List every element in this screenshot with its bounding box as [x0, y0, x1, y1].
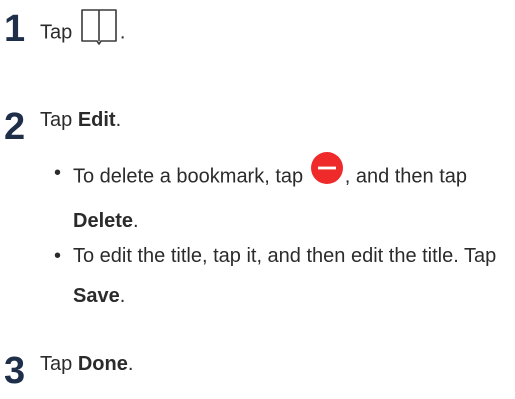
bullet-1-mid: , and then tap	[344, 165, 468, 188]
step-3-pre: Tap	[40, 353, 78, 375]
minus-circle-icon	[310, 151, 344, 199]
bullet-2-bold: Save	[73, 285, 120, 307]
bullet-2-pre: To edit the title, tap it, and then edit…	[73, 245, 497, 267]
bullet-1-pre: To delete a bookmark, tap	[73, 165, 304, 188]
bullet-marker: •	[54, 162, 62, 184]
step-1-text: Tap .	[40, 8, 126, 55]
bullet-1-post: .	[133, 210, 139, 232]
step-3-text: Tap Done.	[40, 352, 133, 376]
book-icon	[79, 8, 119, 52]
bullet-2-post: .	[119, 285, 126, 307]
step-2-pre: Tap	[40, 109, 78, 131]
bullet-marker: •	[54, 245, 62, 267]
step-1-pre: Tap	[40, 21, 73, 44]
bullet-1-bold: Delete	[73, 210, 134, 232]
step-3-bold: Done	[77, 353, 128, 375]
step-2-post: .	[115, 109, 122, 131]
step-1-post: .	[119, 21, 126, 44]
step-number-1: 1	[4, 8, 26, 50]
bullet-delete-bookmark: • To delete a bookmark, tap , and then t…	[54, 151, 506, 241]
step-number-2: 2	[4, 106, 26, 148]
step-2-bold: Edit	[77, 109, 116, 131]
bullet-edit-title: • To edit the title, tap it, and then ed…	[54, 236, 506, 316]
step-3-post: .	[127, 353, 134, 375]
step-2-text: Tap Edit.	[40, 108, 121, 132]
step-number-3: 3	[4, 350, 26, 392]
